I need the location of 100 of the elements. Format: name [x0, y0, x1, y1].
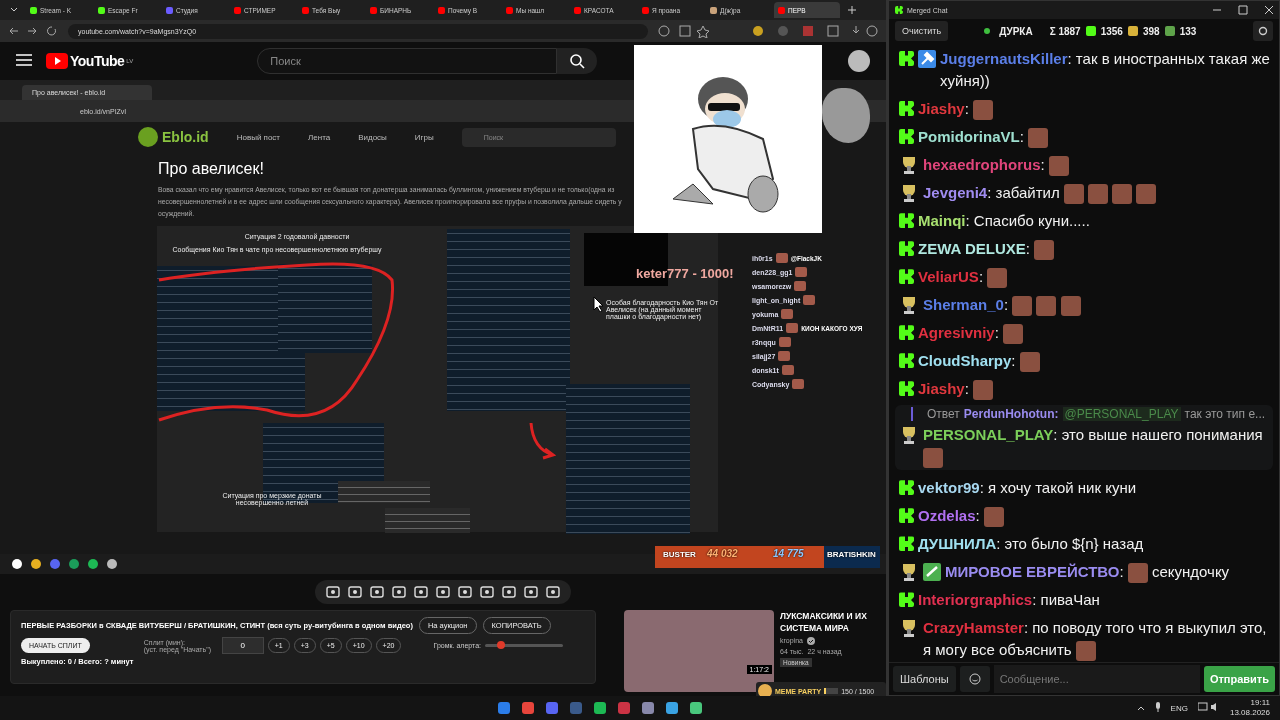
- message-input[interactable]: Сообщение...: [993, 665, 1200, 693]
- cursor-icon: [593, 296, 605, 312]
- chat-message: VeliarUS:: [918, 266, 1008, 289]
- curved-arrow-drawing: [527, 421, 557, 461]
- emote-icon: [1127, 563, 1148, 584]
- search-button[interactable]: [557, 48, 598, 74]
- emote-icon: [1060, 296, 1081, 317]
- player-name: BUSTER: [663, 550, 696, 559]
- emote-icon: [1088, 184, 1109, 205]
- nav-link[interactable]: Новый пост: [236, 132, 281, 142]
- microphone-icon[interactable]: [1154, 702, 1161, 714]
- emote-icon: [983, 507, 1004, 528]
- emote-icon: [781, 309, 794, 319]
- score: 14 775: [773, 548, 804, 559]
- platform-logo-icon: [899, 269, 914, 285]
- chat-message: Mainqi: Спасибо куни.....: [918, 211, 1090, 232]
- platform-logo-icon: [899, 101, 914, 116]
- reply-text: так это тип е...: [1184, 407, 1266, 422]
- site-logo[interactable]: Eblo.id: [138, 127, 209, 147]
- favicon-icon: [778, 6, 785, 14]
- platform-logo-icon: [899, 325, 914, 341]
- platform-logo-icon: [1085, 26, 1096, 36]
- emote-icon: [973, 100, 994, 121]
- nav-link[interactable]: Игры: [414, 132, 434, 142]
- split-input[interactable]: 0: [221, 637, 264, 654]
- emote-icon: [781, 365, 794, 375]
- youtube-logo[interactable]: YouTube$^{LV}$: [46, 53, 134, 69]
- settings-button[interactable]: [1253, 21, 1273, 41]
- chat-message: Agresivniy:: [918, 322, 1024, 345]
- nav-link[interactable]: Лента: [308, 132, 331, 142]
- templates-button[interactable]: Шаблоны: [893, 666, 956, 692]
- navigation-icons-drawing[interactable]: [8, 25, 58, 37]
- frog-icon: [1164, 26, 1175, 36]
- chat-message: МИРОВОЕ ЕВРЕЙСТВО: секундочку: [945, 561, 1230, 584]
- chat-message: Interiorgraphics: пиваЧан: [918, 590, 1100, 611]
- platform-logo-icon: [899, 213, 914, 229]
- emoji-button[interactable]: [959, 666, 990, 692]
- nav-link[interactable]: Видосы: [358, 132, 387, 142]
- favicon-icon: [370, 6, 377, 14]
- clock-time[interactable]: 19:11: [1250, 698, 1270, 708]
- emote-icon: [803, 295, 816, 305]
- player-name: BRATISHKIN: [827, 550, 876, 559]
- emote-icon: [923, 448, 943, 469]
- chat-message: JuggernautsKiller: так в иностранных такая же хуйня)): [940, 49, 1271, 91]
- favicon-icon: [30, 6, 37, 14]
- clock-date[interactable]: 13.08.2026: [1229, 708, 1270, 718]
- extension-icons-drawing[interactable]: [658, 24, 878, 38]
- app-icon[interactable]: [666, 702, 678, 714]
- app-icon[interactable]: [690, 702, 702, 714]
- favicon-icon: [438, 6, 445, 14]
- emote-icon: [1063, 184, 1084, 205]
- emote-icon: [1048, 156, 1069, 177]
- avatar[interactable]: [848, 50, 870, 72]
- emote-icon: [973, 380, 994, 401]
- clear-button[interactable]: Очистить: [895, 21, 949, 41]
- platform-logo-icon: [899, 480, 914, 496]
- emote-icon: [1003, 324, 1024, 345]
- platform-logo-icon: [899, 381, 914, 397]
- search-field[interactable]: Поиск: [257, 48, 558, 74]
- platform-logo-icon: [899, 508, 914, 524]
- mention[interactable]: @PERSONAL_PLAY: [1062, 407, 1181, 422]
- emote-icon: [1034, 240, 1055, 261]
- chat-message: hexaedrophorus:: [923, 154, 1069, 177]
- settings-icon: [1258, 26, 1268, 36]
- chat-message: Ozdelas:: [918, 505, 1004, 528]
- viewer-count: 398: [1142, 25, 1160, 37]
- emote-icon: [1075, 641, 1096, 662]
- platform-logo-icon: [899, 353, 914, 369]
- app-logo-icon: [895, 6, 903, 14]
- platform-logo-icon: [899, 129, 914, 145]
- chat-message: Sherman_0:: [923, 294, 1081, 317]
- chat-message: Jevgeni4: забайтил: [923, 182, 1157, 205]
- volume-slider[interactable]: [485, 644, 563, 647]
- smiley-icon: [968, 673, 981, 685]
- emote-icon: [775, 253, 788, 263]
- frog-logo-icon: [138, 127, 158, 147]
- emote-icon: [1012, 296, 1033, 317]
- window-controls-drawing[interactable]: [1213, 5, 1273, 15]
- favicon-icon: [166, 6, 173, 14]
- username[interactable]: PerdunHohotun:: [963, 407, 1059, 422]
- language-indicator[interactable]: ENG: [1170, 703, 1188, 713]
- chat-message: ZEWA DELUXE:: [918, 238, 1055, 261]
- favicon-icon: [234, 6, 241, 14]
- chat-message: PomidorinaVL:: [918, 126, 1049, 149]
- platform-logo-icon: [899, 51, 914, 66]
- channel-name: ДУРКА: [999, 25, 1033, 37]
- article-title: Про авелисек!: [158, 160, 265, 178]
- video-title[interactable]: ЛУКСМАКСИКИ И ИХ СИСТЕМА МИРА: [780, 610, 876, 634]
- emote-icon: [1112, 184, 1133, 205]
- viewer-count: 1356: [1100, 25, 1123, 37]
- search-icon: [569, 53, 586, 69]
- emote-icon: [778, 337, 791, 347]
- viewer-total: Σ 1887: [1049, 25, 1081, 37]
- crescent-icon: [1127, 26, 1138, 36]
- favicon-icon: [98, 6, 105, 14]
- app-icon[interactable]: [594, 702, 606, 714]
- score: 44 032: [707, 548, 738, 559]
- play-logo-icon: [46, 53, 68, 69]
- chat-message: PERSONAL_PLAY: это выше нашего понимания: [923, 424, 1269, 469]
- chat-message: Jiashy:: [918, 98, 994, 121]
